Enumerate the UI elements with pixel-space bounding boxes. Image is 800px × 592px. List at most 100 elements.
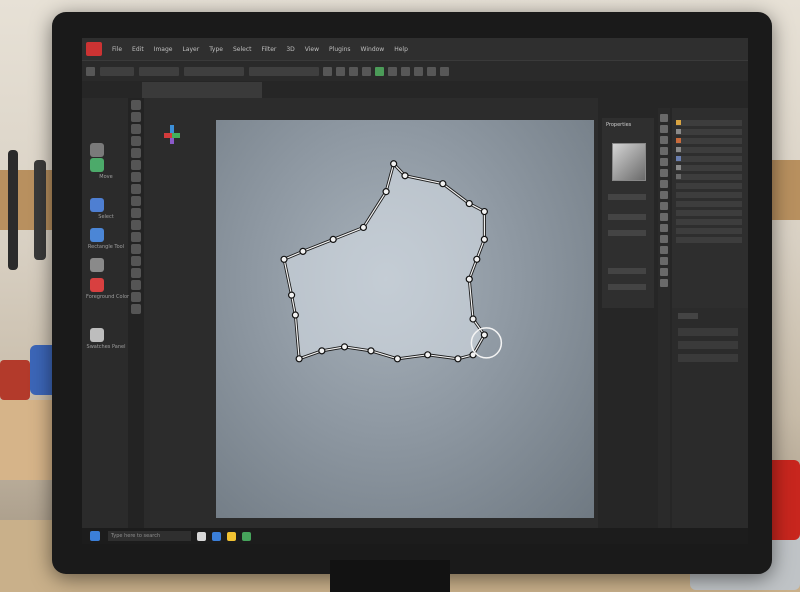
color-icon[interactable] (375, 66, 384, 76)
anchor-point[interactable] (393, 355, 402, 363)
menu-layer[interactable]: Layer (182, 46, 199, 53)
anchor-point[interactable] (318, 347, 326, 355)
align-icon[interactable] (349, 66, 358, 76)
strip-tool-icon[interactable] (131, 232, 141, 242)
layer-row[interactable] (676, 138, 742, 144)
menu-image[interactable]: Image (154, 46, 173, 53)
strip-tool-icon[interactable] (131, 208, 141, 218)
strip-tool-icon[interactable] (131, 280, 141, 290)
property-row[interactable] (608, 194, 646, 200)
anchor-point[interactable] (465, 275, 473, 283)
anchor-point[interactable] (424, 351, 432, 359)
align-icon[interactable] (362, 66, 371, 76)
layer-row[interactable] (676, 210, 742, 216)
anchor-point[interactable] (390, 160, 398, 168)
panel-icon[interactable] (660, 114, 668, 122)
option-field[interactable] (184, 66, 244, 76)
layer-row[interactable] (676, 237, 742, 243)
strip-tool-icon[interactable] (131, 268, 141, 278)
anchor-point[interactable] (295, 355, 303, 363)
option-field[interactable] (139, 66, 179, 76)
anchor-point[interactable] (454, 355, 462, 363)
property-row[interactable] (608, 230, 646, 236)
strip-tool-icon[interactable] (131, 292, 141, 302)
panel-icon[interactable] (660, 125, 668, 133)
layer-row[interactable] (676, 165, 742, 171)
menu-help[interactable]: Help (394, 46, 408, 53)
menu-plugins[interactable]: Plugins (329, 46, 351, 53)
align-icon[interactable] (414, 66, 423, 76)
panel-icon[interactable] (660, 169, 668, 177)
folder-icon[interactable] (227, 531, 236, 541)
edge-icon[interactable] (212, 531, 221, 541)
panel-icon[interactable] (660, 180, 668, 188)
anchor-point[interactable] (299, 247, 307, 255)
menu-window[interactable]: Window (361, 46, 385, 53)
panel-icon[interactable] (660, 213, 668, 221)
anchor-point[interactable] (340, 343, 349, 351)
panel-icon[interactable] (660, 202, 668, 210)
strip-tool-icon[interactable] (131, 112, 141, 122)
strip-tool-icon[interactable] (131, 196, 141, 206)
layer-row[interactable] (676, 228, 742, 234)
panel-icon[interactable] (660, 268, 668, 276)
menu-edit[interactable]: Edit (132, 46, 144, 53)
triangle-icon[interactable] (90, 198, 104, 212)
panel-icon[interactable] (660, 246, 668, 254)
align-icon[interactable] (427, 66, 436, 76)
taskbar-search[interactable]: Type here to search (108, 531, 191, 541)
anchor-point[interactable] (480, 235, 488, 244)
paint-icon[interactable] (90, 228, 104, 242)
panel-row[interactable] (678, 354, 738, 362)
align-icon[interactable] (388, 66, 397, 76)
layer-row[interactable] (676, 192, 742, 198)
anchor-point[interactable] (329, 235, 337, 244)
move-icon[interactable] (90, 143, 104, 157)
anchor-point[interactable] (480, 207, 488, 216)
anchor-point[interactable] (465, 199, 473, 208)
panel-icon[interactable] (660, 136, 668, 144)
anchor-point[interactable] (469, 315, 477, 323)
anchor-point[interactable] (439, 180, 447, 188)
panel-icon[interactable] (660, 158, 668, 166)
layer-row[interactable] (676, 120, 742, 126)
anchor-point[interactable] (473, 255, 481, 263)
strip-tool-icon[interactable] (131, 220, 141, 230)
layer-row[interactable] (676, 183, 742, 189)
anchor-point[interactable] (280, 255, 288, 263)
layer-row[interactable] (676, 156, 742, 162)
strip-tool-icon[interactable] (131, 136, 141, 146)
strip-tool-icon[interactable] (131, 256, 141, 266)
app-widget-icon[interactable] (160, 123, 184, 147)
strip-tool-icon[interactable] (131, 184, 141, 194)
strip-tool-icon[interactable] (131, 172, 141, 182)
anchor-point[interactable] (291, 311, 299, 319)
strip-tool-icon[interactable] (131, 244, 141, 254)
store-icon[interactable] (242, 531, 251, 541)
strip-tool-icon[interactable] (131, 124, 141, 134)
strip-tool-icon[interactable] (131, 160, 141, 170)
layer-row[interactable] (676, 174, 742, 180)
zoom-icon[interactable] (90, 258, 104, 272)
menu-select[interactable]: Select (233, 46, 252, 53)
property-row[interactable] (608, 214, 646, 220)
panel-icon[interactable] (660, 224, 668, 232)
anchor-point[interactable] (287, 291, 296, 299)
strip-tool-icon[interactable] (131, 100, 141, 110)
layer-row[interactable] (676, 147, 742, 153)
menu-type[interactable]: Type (209, 46, 223, 53)
panel-icon[interactable] (660, 235, 668, 243)
start-button[interactable] (90, 531, 100, 541)
property-row[interactable] (608, 268, 646, 274)
panel-icon[interactable] (660, 279, 668, 287)
panel-icon[interactable] (660, 257, 668, 265)
task-view-icon[interactable] (197, 531, 206, 541)
anchor-point[interactable] (382, 188, 390, 196)
option-field[interactable] (249, 66, 319, 76)
color-wheel-icon[interactable] (90, 278, 104, 292)
layer-row[interactable] (676, 219, 742, 225)
screen-icon[interactable] (90, 328, 104, 342)
layer-row[interactable] (676, 129, 742, 135)
tool-preset-icon[interactable] (86, 66, 95, 76)
strip-tool-icon[interactable] (131, 148, 141, 158)
